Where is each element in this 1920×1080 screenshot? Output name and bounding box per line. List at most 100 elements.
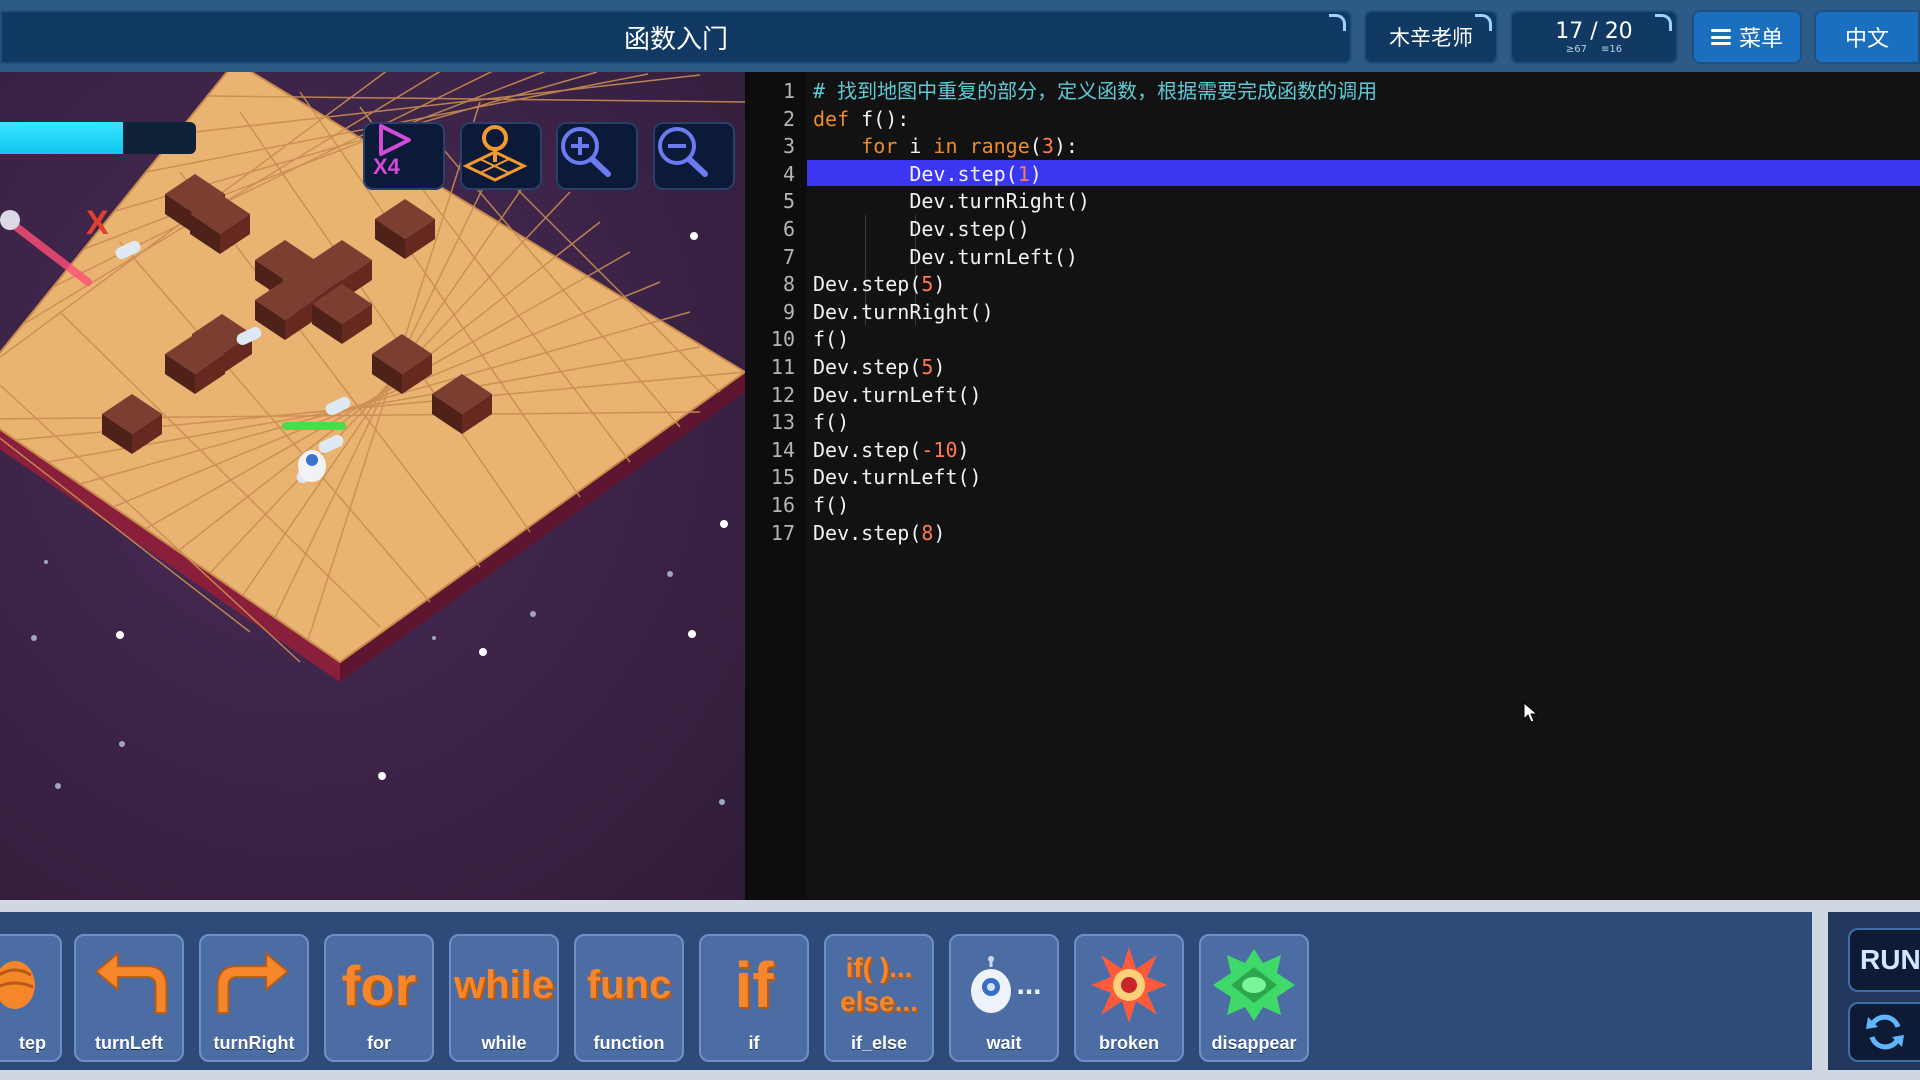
code-line[interactable]: Dev.step(-10) <box>813 437 970 465</box>
code-line[interactable]: f() <box>813 409 849 437</box>
code-line-current[interactable]: Dev.step(1) <box>813 161 1041 189</box>
block-turnleft[interactable]: turnLeft <box>74 934 184 1062</box>
block-label: turnLeft <box>95 1033 163 1053</box>
if-else-icon-text-2: else... <box>840 986 918 1017</box>
isometric-map: X <box>0 72 745 805</box>
code-line[interactable]: Dev.turnRight() <box>813 188 1090 216</box>
block-wait[interactable]: ... wait <box>949 934 1059 1062</box>
code-line[interactable]: Dev.step() <box>813 216 1029 244</box>
block-label: if <box>748 1033 760 1053</box>
block-label: for <box>367 1033 391 1053</box>
if-icon: if <box>701 942 807 1028</box>
explosion-icon <box>1076 942 1182 1028</box>
code-line[interactable]: Dev.turnLeft() <box>813 244 1078 272</box>
laser-emitter <box>0 210 20 230</box>
function-icon-text: func <box>586 962 672 1007</box>
if-icon-text: if <box>734 949 774 1021</box>
language-label: 中文 <box>1844 27 1889 52</box>
line-number: 14 <box>770 437 795 462</box>
if-else-icon: if( )... else... <box>826 942 932 1028</box>
run-button[interactable]: RUN <box>1848 928 1920 992</box>
block-turnright[interactable]: turnRight <box>199 934 309 1062</box>
turn-right-arrow-icon <box>201 942 307 1028</box>
block-label: disappear <box>1211 1033 1297 1053</box>
laser-trail <box>6 218 92 286</box>
map-view-button[interactable] <box>460 122 542 190</box>
while-icon-text: while <box>453 962 555 1007</box>
block-if-else[interactable]: if( )... else... if_else <box>824 934 934 1062</box>
block-function[interactable]: func function <box>574 934 684 1062</box>
game-view[interactable]: X X4 <box>0 72 745 900</box>
code-editor[interactable]: 1 2 3 4 5 6 7 8 9 10 11 12 13 14 15 16 1… <box>745 72 1920 900</box>
menu-icon <box>1710 29 1731 45</box>
block-label: while <box>481 1033 527 1053</box>
line-number: 11 <box>770 355 795 379</box>
code-line[interactable]: f() <box>813 492 849 520</box>
line-number: 16 <box>770 493 795 517</box>
corner-decoration <box>1655 14 1672 31</box>
code-line[interactable]: f() <box>813 326 849 354</box>
code-block-tray: tep turnLeft turnRight for for while whi… <box>0 912 1812 1070</box>
if-else-icon-text-1: if( )... <box>845 952 913 983</box>
block-label: broken <box>1098 1033 1159 1053</box>
block-disappear[interactable]: disappear <box>1199 934 1309 1062</box>
zoom-in-button[interactable] <box>556 122 638 190</box>
level-progress-button[interactable]: 17 / 20 ≥67 ≡16 <box>1510 10 1678 64</box>
zoom-in-icon <box>561 127 611 177</box>
line-number: 6 <box>782 217 795 241</box>
level-title-box: 函数入门 <box>0 10 1352 64</box>
line-number: 1 <box>782 79 795 103</box>
code-line[interactable]: Dev.turnLeft() <box>813 464 982 492</box>
run-label: RUN <box>1860 944 1920 975</box>
teacher-name: 木辛老师 <box>1389 26 1473 50</box>
block-label: if_else <box>850 1033 908 1053</box>
block-label: turnRight <box>213 1033 295 1053</box>
map-view-icon <box>462 125 528 182</box>
reset-button[interactable] <box>1848 1002 1920 1062</box>
for-icon-text: for <box>341 953 417 1017</box>
line-number: 5 <box>782 189 795 214</box>
speed-x4-button[interactable]: X4 <box>363 122 445 190</box>
robot-wait-icon: ... <box>951 942 1057 1028</box>
block-label: function <box>593 1033 665 1053</box>
for-icon: for <box>326 942 432 1028</box>
energy-bar-fill <box>0 122 124 154</box>
level-title: 函数入门 <box>623 24 728 55</box>
code-line[interactable]: Dev.step(5) <box>813 354 945 382</box>
block-if[interactable]: if if <box>699 934 809 1062</box>
wait-dots: ... <box>1016 968 1042 1001</box>
block-while[interactable]: while while <box>449 934 559 1062</box>
zoom-out-button[interactable] <box>653 122 735 190</box>
code-line[interactable]: for i in range(3): <box>813 133 1078 161</box>
disappear-tile-icon <box>1201 942 1307 1028</box>
code-line[interactable]: Dev.step(5) <box>813 271 945 299</box>
line-number: 10 <box>770 327 795 352</box>
block-step[interactable]: tep <box>0 934 62 1062</box>
block-for[interactable]: for for <box>324 934 434 1062</box>
code-line[interactable]: Dev.step(8) <box>813 520 945 548</box>
line-number: 3 <box>782 134 795 159</box>
robot-dev-icon <box>298 450 326 482</box>
block-label: wait <box>986 1033 1022 1053</box>
energy-bar <box>0 122 196 154</box>
robot-health-bar <box>282 422 346 430</box>
function-icon: func <box>576 942 682 1028</box>
code-line[interactable]: Dev.turnLeft() <box>813 382 982 410</box>
line-number: 2 <box>782 106 795 131</box>
line-number: 9 <box>782 299 795 324</box>
code-line[interactable]: # 找到地图中重复的部分，定义函数，根据需要完成函数的调用 <box>813 78 1377 106</box>
line-number: 13 <box>770 410 795 435</box>
code-line[interactable]: Dev.turnRight() <box>813 299 994 327</box>
language-button[interactable]: 中文 <box>1814 10 1920 64</box>
teacher-button[interactable]: 木辛老师 <box>1364 10 1498 64</box>
code-line[interactable]: def f(): <box>813 106 909 134</box>
speed-x4-text: X4 <box>373 154 401 178</box>
zoom-out-icon <box>658 127 708 177</box>
step-icon <box>0 942 60 1028</box>
block-broken[interactable]: broken <box>1074 934 1184 1062</box>
line-number: 4 <box>782 161 795 186</box>
code-block-bar: tep turnLeft turnRight for for while whi… <box>0 900 1920 1080</box>
line-number: 8 <box>782 272 795 297</box>
line-number: 7 <box>782 244 795 269</box>
menu-button[interactable]: 菜单 <box>1692 10 1802 64</box>
